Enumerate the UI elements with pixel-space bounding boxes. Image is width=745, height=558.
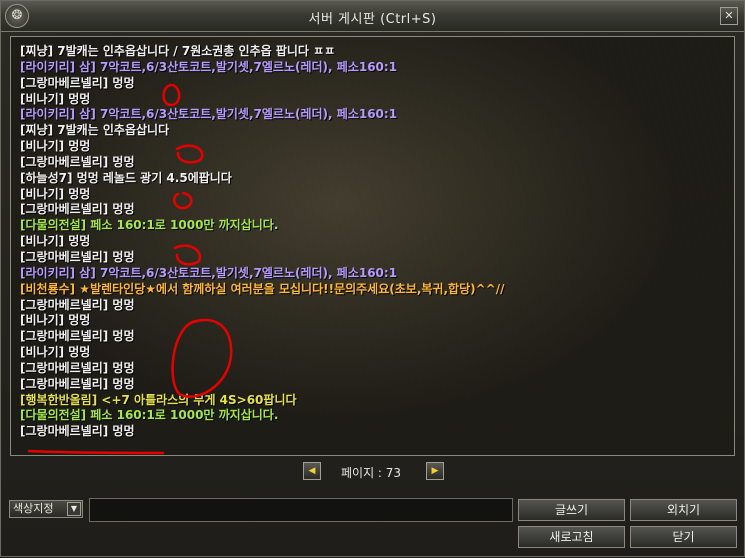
chevron-down-icon[interactable]: ▼ [67, 502, 81, 516]
chat-line: [비나기] 멍멍 [20, 345, 91, 360]
chat-line: [그랑마베르넬리] 멍멍 [20, 249, 135, 264]
chat-line: [비나기] 멍멍 [20, 186, 91, 201]
chat-line: [그랑마베르넬리] 멍멍 [20, 75, 135, 90]
chat-line: [하늘성7] 멍멍 레놀드 광기 4.5에팝니다 [20, 170, 232, 185]
server-board-window: ❂ 서버 게시판 (Ctrl+S) ✕ [찌냥] 7발캐는 인추옵삽니다 / 7… [0, 0, 745, 557]
title-bar[interactable]: ❂ 서버 게시판 (Ctrl+S) ✕ [1, 1, 744, 32]
chat-line: [비나기] 멍멍 [20, 234, 91, 249]
chat-line: [찌냥] 7발캐는 인추옵삽니다 / 7원소권총 인추옵 팝니다 ㅍㅍ [20, 44, 336, 58]
color-select-label: 색상지정 [13, 502, 54, 515]
message-input[interactable] [89, 498, 513, 522]
chat-line: [그랑마베르넬리] 멍멍 [20, 154, 135, 169]
chat-log-panel: [찌냥] 7발캐는 인추옵삽니다 / 7원소권총 인추옵 팝니다 ㅍㅍ [라이키… [10, 36, 735, 456]
chat-lines: [찌냥] 7발캐는 인추옵삽니다 / 7원소권총 인추옵 팝니다 ㅍㅍ [라이키… [20, 44, 504, 440]
chat-line: [라이키리] 삼] 7악코트,6/3산토코트,발기셋,7엘르노(레더), 페소1… [20, 265, 398, 280]
pagination: ◀ 페이지 : 73 ▶ [1, 462, 745, 482]
chat-line: [비나기] 멍멍 [20, 313, 91, 328]
chat-line: [비천룡수] ★발렌타인당★에서 함께하실 여러분을 모십니다!!문의주세요(초… [20, 281, 505, 296]
window-title: 서버 게시판 (Ctrl+S) [308, 12, 437, 27]
next-page-button[interactable]: ▶ [426, 462, 444, 480]
chat-line: [찌냥] 7발캐는 인추옵삽니다 [20, 123, 170, 138]
chat-line: [그랑마베르넬리] 멍멍 [20, 202, 135, 217]
chat-line: [그랑마베르넬리] 멍멍 [20, 376, 135, 391]
prev-page-button[interactable]: ◀ [303, 462, 321, 480]
chat-line: [비나기] 멍멍 [20, 139, 91, 154]
chat-line: [라이키리] 삼] 7악코트,6/3산토코트,발기셋,7엘르노(레더), 페소1… [20, 59, 398, 74]
shout-button[interactable]: 외치기 [630, 499, 737, 521]
page-indicator: 페이지 : 73 [341, 466, 402, 480]
chat-line: [다물의전설] 페소 160:1로 1000만 까지삽니다. [20, 218, 279, 233]
refresh-button[interactable]: 새로고침 [518, 526, 625, 548]
chat-line: [그랑마베르넬리] 멍멍 [20, 329, 135, 344]
close-icon[interactable]: ✕ [720, 7, 738, 25]
chat-line: [행복한반올림] <+7 아틀라스의 무게 4S>60팝니다 [20, 392, 297, 407]
write-button[interactable]: 글쓰기 [518, 499, 625, 521]
chat-line: [라이키리] 삼] 7악코트,6/3산토코트,발기셋,7엘르노(레더), 페소1… [20, 107, 398, 122]
color-select-dropdown[interactable]: 색상지정 ▼ [9, 500, 83, 518]
chat-line: [그랑마베르넬리] 멍멍 [20, 424, 135, 439]
chat-line: [다물의전설] 페소 160:1로 1000만 까지삽니다. [20, 408, 279, 423]
chat-line: [비나기] 멍멍 [20, 91, 91, 106]
close-button[interactable]: 닫기 [630, 526, 737, 548]
chat-line: [그랑마베르넬리] 멍멍 [20, 297, 135, 312]
chat-line: [그랑마베르넬리] 멍멍 [20, 360, 135, 375]
